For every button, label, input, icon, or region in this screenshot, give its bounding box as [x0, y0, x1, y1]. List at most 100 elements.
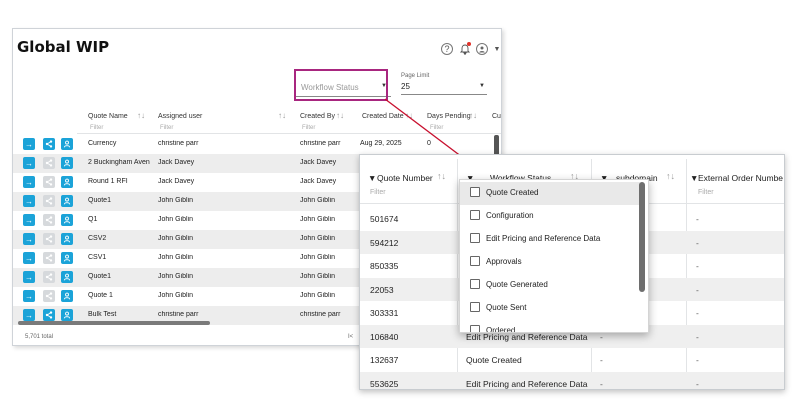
share-icon[interactable] [43, 233, 55, 245]
filter-input-quote-name[interactable]: Filter [90, 125, 103, 131]
arrow-right-icon[interactable]: → [23, 290, 35, 302]
cell-assigned-user: christine parr [158, 140, 199, 147]
col-created-by[interactable]: Created By [300, 113, 335, 120]
arrow-right-icon[interactable]: → [23, 214, 35, 226]
share-icon[interactable] [43, 195, 55, 207]
person-icon[interactable] [61, 176, 73, 188]
filter-input-days-pending[interactable]: Filter [430, 125, 443, 131]
user-icon[interactable] [476, 43, 488, 55]
arrow-right-icon[interactable]: → [23, 195, 35, 207]
arrow-right-icon[interactable]: → [23, 157, 35, 169]
workflow-status-dropdown-menu: Quote Created Configuration Edit Pricing a… [459, 179, 649, 333]
share-icon[interactable] [43, 309, 55, 321]
col-created-date[interactable]: Created Date [362, 113, 404, 120]
checkbox[interactable] [470, 325, 480, 332]
checkbox[interactable] [470, 302, 480, 312]
horizontal-scrollbar[interactable] [18, 321, 210, 325]
filter-input-assigned-user[interactable]: Filter [160, 125, 173, 131]
cell-assigned-user: Jack Davey [158, 159, 195, 166]
share-icon[interactable] [43, 290, 55, 302]
cell-external-order: - [696, 331, 699, 342]
total-count: 5,701 total [25, 334, 54, 340]
person-icon[interactable] [61, 271, 73, 283]
page-limit-select[interactable]: Page Limit 25 ▼ [401, 73, 487, 95]
share-icon[interactable] [43, 157, 55, 169]
bell-icon[interactable] [459, 42, 471, 55]
person-icon[interactable] [61, 214, 73, 226]
cell-subdomain: - [600, 355, 603, 365]
arrow-right-icon[interactable]: → [23, 176, 35, 188]
cell-created-by: John Giblin [300, 273, 336, 280]
col-assigned-user[interactable]: Assigned user [158, 113, 202, 120]
menu-item-status-option[interactable]: Configuration [460, 205, 640, 228]
checkbox[interactable] [470, 233, 480, 243]
help-icon[interactable]: ? [441, 43, 453, 55]
menu-item-status-option[interactable]: Ordered [460, 320, 640, 332]
person-icon[interactable] [61, 138, 73, 150]
arrow-right-icon[interactable]: → [23, 309, 35, 321]
col-external-order-number[interactable]: External Order Numbe [698, 173, 783, 183]
cell-quote-name: Currency [88, 140, 117, 147]
sort-icon[interactable]: ↑↓ [336, 111, 344, 120]
col-quote-name[interactable]: Quote Name [88, 113, 128, 120]
sort-icon[interactable]: ↑↓ [469, 111, 477, 120]
person-icon[interactable] [61, 233, 73, 245]
cell-assigned-user: christine parr [158, 311, 199, 318]
arrow-right-icon[interactable]: → [23, 271, 35, 283]
cell-assigned-user: Jack Davey [158, 178, 195, 185]
arrow-right-icon[interactable]: → [23, 138, 35, 150]
col-cut[interactable]: Cu [492, 113, 501, 120]
filter-input-external-order[interactable]: Filter [698, 189, 714, 196]
cell-external-order: - [696, 237, 699, 248]
sort-icon[interactable]: ↑↓ [137, 111, 145, 120]
menu-item-status-option[interactable]: Quote Sent [460, 297, 640, 320]
filter-input-quote-number[interactable]: Filter [370, 189, 386, 196]
col-quote-number[interactable]: Quote Number [377, 173, 433, 183]
menu-item-label: Quote Created [486, 188, 539, 197]
col-days-pending[interactable]: Days Pending [427, 113, 471, 120]
zoomed-table-window: ▼ Quote Number ↑↓ ▼ Workflow Status ↑↓ ▼… [359, 154, 785, 390]
person-icon[interactable] [61, 252, 73, 264]
cell-created-by: John Giblin [300, 216, 336, 223]
cell-external-order: - [696, 355, 699, 365]
share-icon[interactable] [43, 176, 55, 188]
menu-item-status-option[interactable]: Approvals [460, 251, 640, 274]
chevron-down-icon[interactable]: ▼ [491, 43, 501, 55]
table-row[interactable]: → Currency christine parr christine parr Aug… [13, 135, 501, 154]
cell-created-by: christine parr [300, 311, 341, 318]
menu-scrollbar[interactable] [639, 182, 645, 292]
person-icon[interactable] [61, 309, 73, 321]
cell-quote-name: Round 1 RFI [88, 178, 128, 185]
cell-external-order: - [696, 261, 699, 271]
cell-created-by: John Giblin [300, 254, 336, 261]
cell-assigned-user: John Giblin [158, 254, 194, 261]
table-row[interactable]: 132637 Quote Created - - [360, 348, 784, 371]
menu-item-status-option[interactable]: Edit Pricing and Reference Data [460, 228, 640, 251]
person-icon[interactable] [61, 195, 73, 207]
header-divider [77, 133, 501, 134]
filter-input-created-by[interactable]: Filter [302, 125, 315, 131]
person-icon[interactable] [61, 290, 73, 302]
cell-assigned-user: John Giblin [158, 273, 194, 280]
arrow-right-icon[interactable]: → [23, 233, 35, 245]
sort-icon[interactable]: ↑↓ [666, 171, 675, 181]
person-icon[interactable] [61, 157, 73, 169]
sort-icon[interactable]: ↑↓ [278, 111, 286, 120]
checkbox[interactable] [470, 187, 480, 197]
share-icon[interactable] [43, 138, 55, 150]
pager-first-button[interactable]: I< [348, 334, 353, 340]
share-icon[interactable] [43, 271, 55, 283]
share-icon[interactable] [43, 214, 55, 226]
menu-item-status-option[interactable]: Quote Generated [460, 274, 640, 297]
cell-quote-name: CSV1 [88, 254, 107, 261]
sort-icon[interactable]: ↑↓ [437, 171, 446, 181]
sort-icon[interactable]: ↑↓ [405, 111, 413, 120]
checkbox[interactable] [470, 279, 480, 289]
menu-item-status-option[interactable]: Quote Created [460, 182, 640, 205]
filter-icon[interactable]: ▼ [368, 173, 376, 183]
table-row[interactable]: 553625 Edit Pricing and Reference Data - - [360, 371, 784, 389]
arrow-right-icon[interactable]: → [23, 252, 35, 264]
share-icon[interactable] [43, 252, 55, 264]
checkbox[interactable] [470, 256, 480, 266]
checkbox[interactable] [470, 210, 480, 220]
